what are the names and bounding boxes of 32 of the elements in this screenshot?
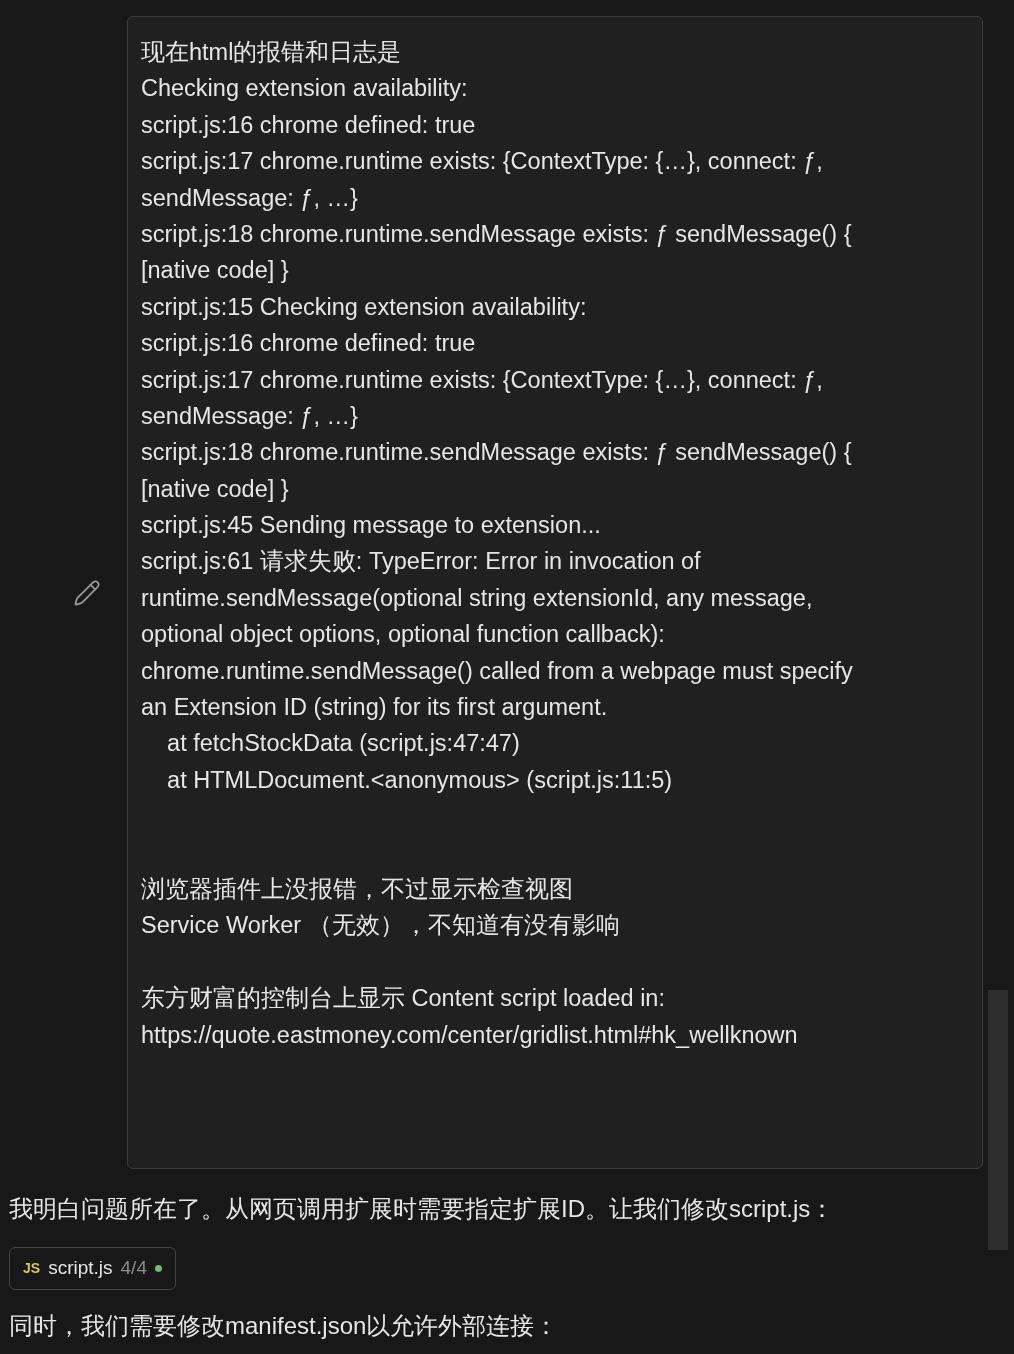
file-chip[interactable]: JS script.js 4/4 [9, 1247, 176, 1290]
message-line: at HTMLDocument.<anonymous> (script.js:11:5) [166, 766, 673, 793]
file-type-label: JS [23, 1259, 41, 1278]
message-line: chrome.runtime.sendMessage() called from a webpage must specify [141, 657, 853, 684]
message-line: 浏览器插件上没报错，不过显示检查视图 [141, 876, 573, 902]
message-line: https://quote.eastmoney.com/center/gridlist.html#hk_wellknown [141, 1021, 798, 1048]
message-line: Service Worker （无效），不知道有没有影响 [141, 912, 620, 939]
message-line: script.js:15 Checking extension availability: [141, 293, 587, 320]
message-line: runtime.sendMessage(optional string extensionId, any message, [141, 584, 813, 611]
edit-icon[interactable] [72, 578, 101, 607]
message-line: [native code] } [141, 257, 289, 284]
message-line: optional object options, optional function callback): [141, 621, 665, 648]
file-name: script.js [48, 1256, 113, 1281]
message-line: script.js:16 chrome defined: true [141, 111, 476, 138]
message-line: script.js:16 chrome defined: true [141, 330, 476, 357]
message-line: an Extension ID (string) for its first argument. [141, 694, 608, 721]
file-count: 4/4 [120, 1256, 147, 1281]
message-line: script.js:45 Sending message to extension... [141, 512, 601, 539]
message-line: [native code] } [141, 475, 289, 502]
message-line: at fetchStockData (script.js:47:47) [166, 730, 520, 757]
message-line: Checking extension availability: [141, 75, 468, 102]
message-line: 现在html的报错和日志是 [141, 39, 402, 65]
message-line: script.js:18 chrome.runtime.sendMessage exists: ƒ sendMessage() { [141, 439, 852, 466]
message-line: script.js:17 chrome.runtime exists: {ContextType: {…}, connect: ƒ, [141, 148, 823, 175]
followup-text: 同时，我们需要修改manifest.json以允许外部连接： [9, 1311, 560, 1341]
message-line: sendMessage: ƒ, …} [141, 402, 358, 429]
message-line: script.js:61 请求失败: TypeError: Error in invocation of [141, 548, 701, 575]
message-line: 东方财富的控制台上显示 Content script loaded in: [141, 985, 665, 1012]
message-line: sendMessage: ƒ, …} [141, 184, 358, 211]
reply-text: 我明白问题所在了。从网页调用扩展时需要指定扩展ID。让我们修改script.js： [9, 1194, 836, 1224]
message-line: script.js:17 chrome.runtime exists: {ContextType: {…}, connect: ƒ, [141, 366, 823, 393]
message-line: script.js:18 chrome.runtime.sendMessage exists: ƒ sendMessage() { [141, 220, 852, 247]
